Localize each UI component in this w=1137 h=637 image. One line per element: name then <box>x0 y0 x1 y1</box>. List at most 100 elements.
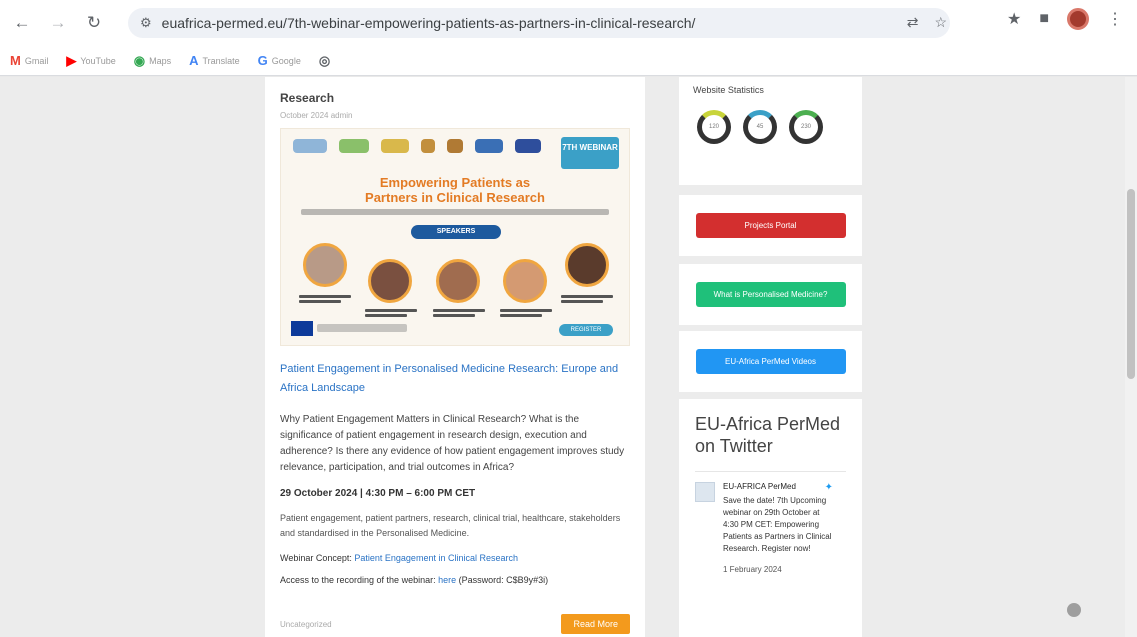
post-keywords: Patient engagement, patient partners, re… <box>280 513 621 538</box>
banner-title: Empowering Patients as Partners in Clini… <box>281 175 629 205</box>
post-body: Why Patient Engagement Matters in Clinic… <box>280 414 625 473</box>
partner-logo <box>447 139 463 153</box>
post-heading-link[interactable]: Patient Engagement in Personalised Medic… <box>280 360 630 398</box>
page-scrollbar[interactable] <box>1125 77 1137 637</box>
bookmark-label: Google <box>271 55 301 66</box>
partner-logo <box>421 139 435 153</box>
partner-logos <box>293 139 559 153</box>
banner-title-line: Empowering Patients as <box>379 175 531 190</box>
twitter-bird-icon[interactable]: ✦ <box>825 482 833 493</box>
read-more-button[interactable]: Read More <box>561 614 630 634</box>
reload-icon[interactable]: ↻ <box>80 9 108 37</box>
register-pill: REGISTER <box>559 324 613 336</box>
address-bar[interactable]: ⚙ euafrica-permed.eu/7th-webinar-empower… <box>128 8 950 38</box>
tweet-account[interactable]: EU-AFRICA PerMed <box>723 482 833 491</box>
bookmark-label: Maps <box>149 55 172 66</box>
gmail-icon: M <box>10 53 21 68</box>
scrollbar-thumb[interactable] <box>1127 189 1135 379</box>
personalised-medicine-button[interactable]: What is Personalised Medicine? <box>695 282 846 307</box>
recording-link[interactable]: here <box>438 575 456 585</box>
bookmark-item[interactable]: A Translate <box>189 53 240 68</box>
bookmark-label: YouTube <box>80 55 116 66</box>
speaker-caption <box>496 307 556 321</box>
speaker-photo <box>303 243 347 287</box>
speaker-photo <box>368 259 412 303</box>
recording-note: (Password: C$B9y#3i) <box>458 575 549 585</box>
speaker-caption <box>557 293 617 307</box>
tweet: ✦ EU-AFRICA PerMed Save the date! 7th Up… <box>695 482 846 555</box>
bookmark-item[interactable]: ◉ Maps <box>134 53 171 69</box>
partner-logo <box>339 139 369 153</box>
chrome-web-store-icon: ◎ <box>318 52 331 68</box>
url-text[interactable]: euafrica-permed.eu/7th-webinar-empowerin… <box>162 15 696 31</box>
concept-line: Webinar Concept: Patient Engagement in C… <box>280 553 630 563</box>
divider <box>695 471 846 472</box>
recording-label: Access to the recording of the webinar: <box>280 575 436 585</box>
speaker-caption <box>295 293 355 307</box>
speaker-photo <box>436 259 480 303</box>
bookmark-star-icon[interactable]: ☆ <box>934 14 947 31</box>
google-icon: G <box>257 53 268 68</box>
post-tags[interactable]: Uncategorized <box>280 620 332 629</box>
translate-icon: A <box>189 53 199 68</box>
speaker-photo <box>565 243 609 287</box>
post-meta: October 2024 admin <box>280 111 353 120</box>
site-info-icon[interactable]: ⚙ <box>140 15 152 31</box>
menu-icon[interactable]: ⋮ <box>1107 9 1123 29</box>
speaker-caption <box>361 307 421 321</box>
twitter-widget: EU-Africa PerMed on Twitter ✦ EU-AFRICA … <box>679 399 862 637</box>
webinar-banner-image: 7TH WEBINAR Empowering Patients as Partn… <box>280 128 630 346</box>
videos-widget: EU-Africa PerMed Videos <box>679 331 862 392</box>
blog-post: Research October 2024 admin 7TH WEBINAR … <box>265 77 645 637</box>
tweet-date[interactable]: 1 February 2024 <box>723 565 846 574</box>
eu-flag-icon <box>291 321 313 336</box>
browser-toolbar: ← → ↻ ⚙ euafrica-permed.eu/7th-webinar-e… <box>0 0 1137 46</box>
funding-notice <box>317 324 407 332</box>
permed-info-widget: What is Personalised Medicine? <box>679 264 862 325</box>
profile-avatar[interactable] <box>1067 8 1089 30</box>
stats-title: Website Statistics <box>693 85 764 95</box>
bookmark-label: Translate <box>202 55 240 66</box>
banner-title-line: Partners in Clinical Research <box>365 190 545 205</box>
partner-logo <box>515 139 541 153</box>
stats-widget: Website Statistics 120 45 230 <box>679 77 862 185</box>
twitter-heading: EU-Africa PerMed on Twitter <box>695 414 841 456</box>
tweet-text: Save the date! 7th Upcoming webinar on 2… <box>723 496 832 553</box>
partner-logo <box>475 139 503 153</box>
extensions-icon[interactable]: ★ <box>1007 9 1021 29</box>
webinar-badge: 7TH WEBINAR <box>561 137 619 169</box>
stat-ring: 120 <box>697 110 731 144</box>
bookmark-item[interactable]: ▶ YouTube <box>66 53 115 69</box>
translate-icon[interactable]: ⇄ <box>907 14 919 31</box>
bookmark-item[interactable]: ◎ <box>319 53 334 69</box>
concept-link[interactable]: Patient Engagement in Clinical Research <box>354 553 518 563</box>
projects-portal-button[interactable]: Projects Portal <box>695 213 846 238</box>
post-title[interactable]: Research <box>280 91 630 105</box>
concept-label: Webinar Concept: <box>280 553 352 563</box>
post-footer: Uncategorized Read More <box>280 611 630 637</box>
partner-logo <box>293 139 327 153</box>
stat-ring: 45 <box>743 110 777 144</box>
stat-rings: 120 45 230 <box>697 110 823 144</box>
bookmarks-bar: M Gmail ▶ YouTube ◉ Maps A Translate G Google ◎ <box>0 46 1137 76</box>
bookmark-label: Gmail <box>24 55 49 66</box>
projects-widget: Projects Portal <box>679 195 862 256</box>
videos-button[interactable]: EU-Africa PerMed Videos <box>695 349 846 374</box>
forward-icon[interactable]: → <box>44 9 72 37</box>
post-date: 29 October 2024 | 4:30 PM – 6:00 PM CET <box>280 488 476 499</box>
partner-logo <box>381 139 409 153</box>
speakers-label: SPEAKERS <box>411 225 501 239</box>
stat-ring: 230 <box>789 110 823 144</box>
twitter-avatar[interactable] <box>695 482 715 502</box>
back-icon[interactable]: ← <box>8 9 36 37</box>
speaker-photo <box>503 259 547 303</box>
bookmark-item[interactable]: G Google <box>258 53 301 68</box>
scroll-top-icon[interactable] <box>1067 603 1081 617</box>
bookmark-item[interactable]: M Gmail <box>10 53 48 68</box>
page-content: Research October 2024 admin 7TH WEBINAR … <box>0 77 1137 637</box>
banner-subtitle <box>301 209 609 215</box>
maps-icon: ◉ <box>133 52 146 68</box>
recording-line: Access to the recording of the webinar: … <box>280 575 630 585</box>
sidepanel-icon[interactable]: ■ <box>1039 10 1049 28</box>
speaker-caption <box>429 307 489 321</box>
